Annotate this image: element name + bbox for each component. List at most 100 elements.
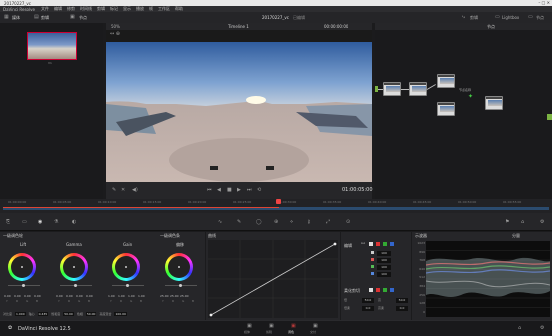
- home-icon[interactable]: ⌂: [518, 326, 521, 331]
- wheels-mode[interactable]: 一级调色条: [160, 233, 180, 239]
- blur-icon[interactable]: ⋄: [290, 220, 293, 225]
- motion-effects-icon[interactable]: ◐: [72, 220, 76, 225]
- skip-end-icon[interactable]: ⏭: [247, 188, 252, 193]
- softclip-g-button[interactable]: [383, 288, 387, 292]
- curve-intensity-value[interactable]: 100: [377, 258, 391, 263]
- node-02[interactable]: [409, 82, 427, 96]
- adjust-value[interactable]: 50.00: [63, 311, 74, 316]
- window-icon[interactable]: ◯: [256, 220, 262, 225]
- audio-icon[interactable]: ◀): [132, 188, 138, 193]
- wheel-value[interactable]: 0.00: [86, 294, 93, 298]
- node-04[interactable]: [437, 102, 455, 116]
- soft-clip-value[interactable]: 0.0: [396, 306, 408, 311]
- page-tab[interactable]: ▣ 调色: [284, 321, 304, 336]
- app-menu[interactable]: DaVinci Resolve: [3, 7, 35, 12]
- clip-thumbnail[interactable]: [27, 32, 77, 60]
- channel-y-button[interactable]: [369, 242, 373, 246]
- clip-pool-button[interactable]: 剪辑: [41, 15, 49, 21]
- node-mixer-icon[interactable]: ✦: [468, 93, 473, 100]
- play-icon[interactable]: ▶: [237, 188, 241, 193]
- page-tab[interactable]: ▣ 媒体: [240, 321, 260, 336]
- channel-r-button[interactable]: [376, 242, 380, 246]
- viewer-zoom[interactable]: 50%: [111, 24, 120, 29]
- step-back-icon[interactable]: ◀: [217, 188, 221, 193]
- gallery-icon[interactable]: ▣: [70, 15, 75, 20]
- wheel-value[interactable]: 0.00: [66, 294, 73, 298]
- keyframes-icon[interactable]: ▭: [528, 15, 533, 20]
- curves-icon[interactable]: ∿: [218, 220, 222, 225]
- scopes-icon[interactable]: ⚑: [505, 220, 509, 225]
- adjust-value[interactable]: 100.00: [114, 311, 127, 316]
- offset-master-slider[interactable]: [165, 284, 197, 287]
- timeline-name[interactable]: Timeline 1: [228, 24, 249, 29]
- wheel-value[interactable]: 1.00: [138, 294, 145, 298]
- scopes-mode[interactable]: 分量: [512, 233, 520, 239]
- curve-graph[interactable]: [208, 240, 338, 318]
- tracker-icon[interactable]: ⊕: [274, 220, 278, 225]
- share-icon[interactable]: ⤷: [462, 15, 465, 20]
- stop-icon[interactable]: ■: [227, 188, 232, 193]
- soft-clip-value[interactable]: 0.0: [362, 306, 374, 311]
- lightbox-label[interactable]: 剪辑: [470, 15, 478, 21]
- gamma-wheel[interactable]: [60, 253, 88, 281]
- curve-intensity-value[interactable]: 100: [377, 272, 391, 277]
- soft-clip-value[interactable]: 50.0: [396, 298, 408, 303]
- key-icon[interactable]: ⚷: [307, 220, 311, 225]
- softclip-b-button[interactable]: [390, 288, 394, 292]
- camera-raw-icon[interactable]: ⎘: [6, 220, 10, 225]
- viewer-image[interactable]: [106, 42, 372, 182]
- softclip-y-button[interactable]: [369, 288, 373, 292]
- info-icon[interactable]: ⌂: [521, 220, 524, 225]
- gamma-master-slider[interactable]: [60, 284, 92, 287]
- link-icon[interactable]: ⚯: [361, 242, 365, 247]
- curve-intensity-value[interactable]: 100: [377, 251, 391, 256]
- keyframes-button[interactable]: 节点: [536, 15, 544, 21]
- wheel-value[interactable]: 0.00: [4, 294, 11, 298]
- wheel-value[interactable]: 25.00: [170, 294, 179, 298]
- wheel-value[interactable]: 0.00: [56, 294, 63, 298]
- settings-icon[interactable]: ⚙: [540, 220, 544, 225]
- wheel-value[interactable]: 25.00: [160, 294, 169, 298]
- adjust-value[interactable]: 50.00: [85, 311, 97, 316]
- window-controls-icon[interactable]: – □ ✕: [538, 0, 550, 5]
- page-tab[interactable]: ▣ 剪辑: [262, 321, 282, 336]
- media-pool-button[interactable]: 媒体: [12, 15, 20, 21]
- page-tab[interactable]: ▣ 交付: [306, 321, 326, 336]
- qualifier-icon[interactable]: ✎: [237, 220, 241, 225]
- node-05[interactable]: [485, 96, 503, 110]
- wheel-value[interactable]: 1.00: [118, 294, 125, 298]
- stereo-icon[interactable]: ⊙: [346, 220, 350, 225]
- wheel-value[interactable]: 0.00: [14, 294, 21, 298]
- curve-intensity-value[interactable]: 100: [377, 265, 391, 270]
- wheel-value[interactable]: 0.00: [24, 294, 31, 298]
- gain-master-slider[interactable]: [112, 284, 144, 287]
- clip-pool-icon[interactable]: ▤: [34, 15, 39, 20]
- lift-master-slider[interactable]: [8, 284, 40, 287]
- soft-clip-value[interactable]: 50.0: [362, 298, 374, 303]
- mark-icon[interactable]: ✕: [121, 188, 125, 193]
- lift-wheel[interactable]: [8, 253, 36, 281]
- node-output[interactable]: [547, 114, 552, 120]
- lightbox-icon[interactable]: ▭: [495, 15, 500, 20]
- media-pool-icon[interactable]: ▦: [4, 15, 9, 20]
- viewer-tools-icon[interactable]: ↔ ⊕: [110, 32, 120, 37]
- lightbox-button[interactable]: Lightbox: [502, 15, 519, 20]
- color-match-icon[interactable]: ▭: [22, 220, 27, 225]
- mini-timeline[interactable]: 01:00:00:00 01:00:05:00 01:00:10:00 01:00:1…: [0, 199, 552, 213]
- adjust-value[interactable]: 1.000: [15, 311, 26, 316]
- wheel-value[interactable]: 0.00: [34, 294, 41, 298]
- channel-g-button[interactable]: [383, 242, 387, 246]
- offset-wheel[interactable]: [165, 253, 193, 281]
- wheel-value[interactable]: 0.00: [76, 294, 83, 298]
- playhead[interactable]: [276, 199, 281, 204]
- wheel-value[interactable]: 1.00: [108, 294, 115, 298]
- loop-icon[interactable]: ⟲: [257, 188, 261, 193]
- node-03[interactable]: [437, 74, 455, 88]
- node-input[interactable]: [375, 86, 378, 92]
- eyedropper-icon[interactable]: ✎: [112, 188, 116, 193]
- project-settings-icon[interactable]: ⚙: [540, 326, 544, 331]
- color-wheels-icon[interactable]: ◉: [38, 220, 42, 225]
- wheel-value[interactable]: 25.00: [180, 294, 189, 298]
- rgb-mixer-icon[interactable]: ⚗: [54, 220, 58, 225]
- adjust-value[interactable]: 0.435: [37, 311, 49, 316]
